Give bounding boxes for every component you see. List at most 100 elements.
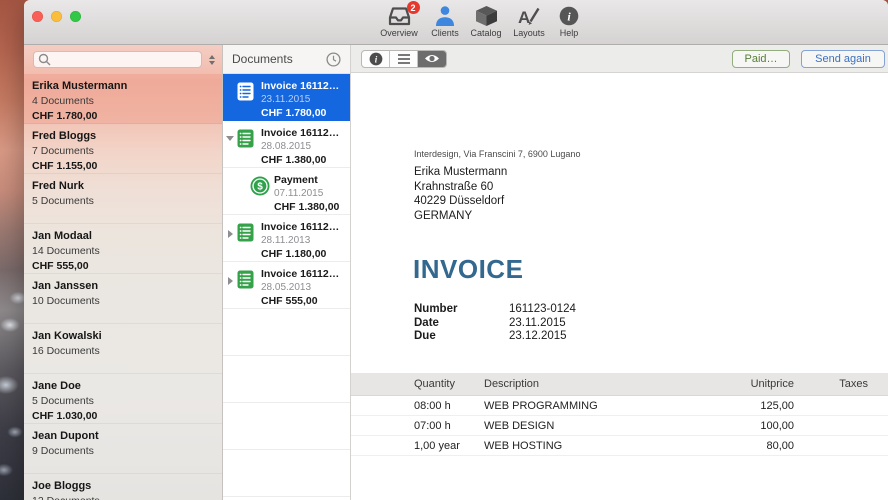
- disclosure-collapsed-icon[interactable]: [227, 277, 233, 285]
- document-date: 28.11.2013: [261, 235, 311, 246]
- recipient-name: Erika Mustermann: [414, 166, 508, 178]
- window-content: Erika Mustermann 4 Documents CHF 1.780,0…: [24, 45, 888, 500]
- overview-tray-icon: 2: [386, 1, 420, 27]
- meta-label-due: Due: [414, 330, 436, 342]
- table-header-row: Quantity Description Unitprice Taxes: [351, 373, 888, 396]
- sidebar-search-row: [24, 45, 222, 74]
- search-icon: [38, 53, 51, 66]
- view-preview-segment[interactable]: [418, 50, 446, 67]
- table-row: 08:00 h WEB PROGRAMMING 125,00: [351, 396, 888, 416]
- toolbar-overview-button[interactable]: 2 Overview: [372, 1, 426, 38]
- toolbar-help-button[interactable]: i Help: [550, 4, 588, 38]
- document-date: 28.05.2013: [261, 282, 312, 293]
- client-row-jane-doe[interactable]: Jane Doe 5 Documents CHF 1.030,00: [24, 374, 222, 424]
- app-window: 2 Overview Clients Catalog A Layouts i H…: [24, 0, 888, 500]
- documents-header: Documents: [223, 45, 350, 74]
- minimize-window-button[interactable]: [51, 11, 62, 22]
- document-list: Invoice 16112… 23.11.2015 CHF 1.780,00 I…: [223, 74, 350, 497]
- client-name: Jean Dupont: [32, 430, 99, 442]
- client-name: Jan Modaal: [32, 230, 92, 242]
- client-total: CHF 555,00: [32, 260, 89, 272]
- document-row-invoice-2[interactable]: Invoice 16112… 28.08.2015 CHF 1.380,00: [223, 121, 350, 168]
- client-name: Fred Nurk: [32, 180, 84, 192]
- document-row-invoice-4[interactable]: Invoice 16112… 28.05.2013 CHF 555,00: [223, 262, 350, 309]
- payment-coin-icon: $: [250, 176, 274, 201]
- document-date: 23.11.2015: [261, 94, 311, 105]
- recipient-city: 40229 Düsseldorf: [414, 195, 505, 207]
- zoom-window-button[interactable]: [70, 11, 81, 22]
- table-row: 1,00 year WEB HOSTING 80,00: [351, 436, 888, 456]
- toolbar-catalog-button[interactable]: Catalog: [464, 4, 508, 38]
- client-row-jan-janssen[interactable]: Jan Janssen 10 Documents: [24, 274, 222, 324]
- client-row-fred-nurk[interactable]: Fred Nurk 5 Documents: [24, 174, 222, 224]
- main-toolbar: 2 Overview Clients Catalog A Layouts i H…: [372, 1, 588, 38]
- document-title: Invoice 16112…: [261, 127, 340, 139]
- eye-icon: [425, 55, 439, 62]
- document-amount: CHF 1.380,00: [261, 154, 327, 166]
- client-name: Jane Doe: [32, 380, 81, 392]
- view-list-segment[interactable]: [390, 50, 418, 67]
- send-again-button[interactable]: Send again: [801, 49, 885, 68]
- client-total: CHF 1.780,00: [32, 110, 98, 122]
- client-name: Fred Bloggs: [32, 130, 97, 142]
- disclosure-collapsed-icon[interactable]: [227, 230, 233, 238]
- invoice-heading: INVOICE: [413, 254, 524, 284]
- document-date: 28.08.2015: [261, 141, 312, 152]
- client-row-fred-bloggs[interactable]: Fred Bloggs 7 Documents CHF 1.155,00: [24, 124, 222, 174]
- toolbar-layouts-button[interactable]: A Layouts: [508, 4, 550, 38]
- client-doc-count: 12 Documents: [32, 495, 214, 500]
- recipient-country: GERMANY: [414, 209, 473, 222]
- client-row-jan-kowalski[interactable]: Jan Kowalski 16 Documents: [24, 324, 222, 374]
- client-row-jan-modaal[interactable]: Jan Modaal 14 Documents CHF 555,00: [24, 224, 222, 274]
- client-row-jean-dupont[interactable]: Jean Dupont 9 Documents: [24, 424, 222, 474]
- client-row-erika-mustermann[interactable]: Erika Mustermann 4 Documents CHF 1.780,0…: [24, 74, 222, 124]
- client-doc-count: 16 Documents: [32, 345, 100, 357]
- sort-up-icon: [209, 54, 215, 59]
- recipient-address: Erika Mustermann Krahnstraße 60 40229 Dü…: [414, 165, 507, 223]
- client-doc-count: 7 Documents: [32, 145, 94, 157]
- document-row-invoice-3[interactable]: Invoice 16112… 28.11.2013 CHF 1.180,00: [223, 215, 350, 262]
- meta-value-due: 23.12.2015: [509, 330, 567, 342]
- document-amount: CHF 555,00: [261, 295, 318, 307]
- search-input[interactable]: [33, 51, 202, 68]
- header-description: Description: [484, 378, 540, 390]
- clients-sidebar: Erika Mustermann 4 Documents CHF 1.780,0…: [24, 45, 223, 500]
- sort-button[interactable]: [207, 54, 217, 65]
- detail-pane: i Paid… Send again Interdesign, Via Fran…: [351, 45, 888, 500]
- sort-down-icon: [209, 60, 215, 65]
- documents-panel: Documents Invoice 16112… 23.11.2015 CHF …: [223, 45, 351, 500]
- client-doc-count: 5 Documents: [32, 195, 94, 207]
- clients-person-icon: [434, 4, 456, 27]
- document-amount: CHF 1.380,00: [274, 201, 340, 213]
- close-window-button[interactable]: [32, 11, 43, 22]
- meta-label-number: Number: [414, 303, 458, 315]
- toolbar-clients-button[interactable]: Clients: [426, 4, 464, 38]
- client-name: Jan Kowalski: [32, 330, 102, 342]
- list-icon: [397, 53, 410, 64]
- paid-button[interactable]: Paid…: [732, 49, 790, 68]
- client-doc-count: 4 Documents: [32, 95, 94, 107]
- client-row-joe-bloggs[interactable]: Joe Bloggs 12 Documents: [24, 474, 222, 500]
- toolbar-catalog-label: Catalog: [470, 28, 502, 38]
- recipient-street: Krahnstraße 60: [414, 180, 494, 193]
- invoice-preview: Interdesign, Via Franscini 7, 6900 Lugan…: [351, 73, 888, 500]
- meta-value-number: 161123-0124: [509, 303, 576, 315]
- empty-list-row: [223, 356, 350, 403]
- titlebar[interactable]: 2 Overview Clients Catalog A Layouts i H…: [24, 0, 888, 45]
- document-title: Invoice 16112…: [261, 268, 340, 280]
- info-icon: i: [369, 52, 382, 65]
- empty-list-row: [223, 450, 350, 497]
- client-name: Joe Bloggs: [32, 480, 92, 492]
- svg-text:A: A: [518, 8, 530, 27]
- header-quantity: Quantity: [414, 378, 455, 390]
- disclosure-expanded-icon[interactable]: [226, 136, 234, 141]
- invoice-meta: Number 161123-0124 Date 23.11.2015 Due 2…: [414, 303, 576, 344]
- view-info-segment[interactable]: i: [362, 50, 390, 67]
- document-row-invoice-1[interactable]: Invoice 16112… 23.11.2015 CHF 1.780,00: [223, 74, 350, 121]
- meta-value-date: 23.11.2015: [509, 316, 566, 329]
- history-button[interactable]: [326, 51, 341, 67]
- document-amount: CHF 1.780,00: [261, 107, 327, 119]
- document-row-payment[interactable]: $ Payment 07.11.2015 CHF 1.380,00: [223, 168, 350, 215]
- layouts-design-icon: A: [517, 4, 541, 27]
- document-amount: CHF 1.180,00: [261, 248, 327, 260]
